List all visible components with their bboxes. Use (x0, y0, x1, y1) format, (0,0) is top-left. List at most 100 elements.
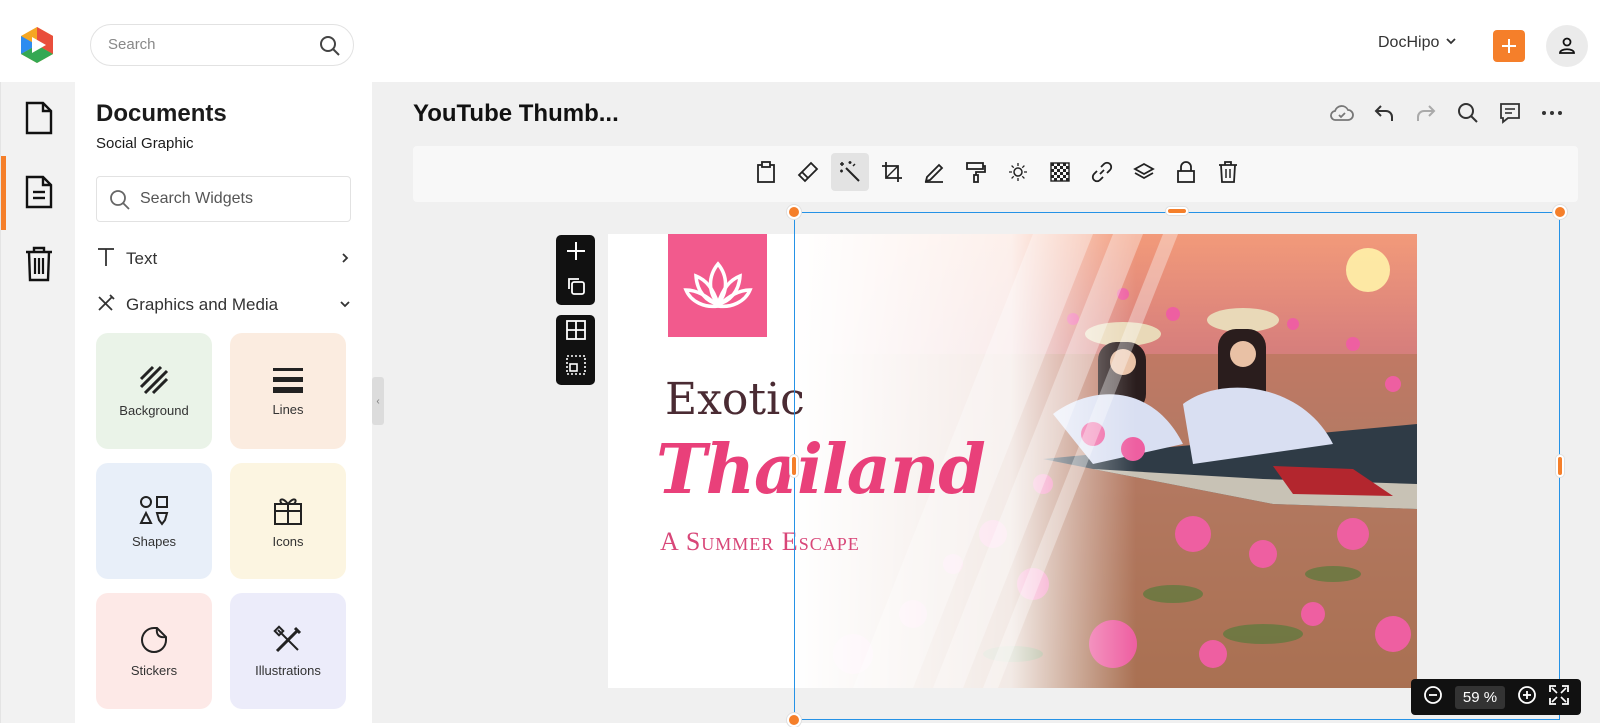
more-options-icon[interactable] (1540, 101, 1564, 125)
chevron-right-icon (339, 249, 351, 269)
tile-stickers[interactable]: Stickers (96, 593, 212, 709)
widget-search-input[interactable] (140, 190, 330, 208)
search-icon[interactable] (319, 35, 341, 57)
workspace-dropdown[interactable]: DocHipo (1378, 34, 1457, 52)
tile-label: Lines (272, 401, 304, 417)
link-icon (1091, 161, 1113, 183)
tile-icons[interactable]: Icons (230, 463, 346, 579)
comment-icon[interactable] (1498, 101, 1522, 125)
page-tools-grid (556, 315, 595, 385)
subtitle-summer-escape[interactable]: A Summer Escape (660, 527, 860, 557)
zoom-in-icon[interactable] (1517, 685, 1537, 710)
widget-panel: Documents Social Graphic Text Graphics a… (75, 82, 372, 723)
design-canvas[interactable]: Exotic Thailand A Summer Escape (608, 234, 1417, 688)
lotus-icon (682, 260, 753, 308)
add-page-icon[interactable] (566, 241, 586, 266)
tile-shapes[interactable]: Shapes (96, 463, 212, 579)
lock-tool[interactable] (1167, 153, 1205, 191)
resize-handle-right[interactable] (1556, 455, 1564, 477)
grid-icon[interactable] (565, 320, 586, 345)
tile-background[interactable]: Background (96, 333, 212, 449)
resize-handle-bottom-left[interactable] (787, 713, 801, 727)
illustration-icon (273, 624, 302, 652)
create-button[interactable] (1493, 30, 1525, 62)
user-icon (1559, 37, 1575, 54)
resize-handle-left[interactable] (790, 455, 798, 477)
panel-collapse-handle[interactable]: ‹ (372, 377, 384, 425)
document-actions (1330, 101, 1564, 125)
tile-label: Icons (272, 533, 304, 549)
shapes-icon (139, 495, 169, 526)
brightness-tool[interactable] (999, 153, 1037, 191)
global-search[interactable] (90, 24, 354, 66)
search-icon (109, 189, 131, 216)
tile-label: Illustrations (255, 662, 321, 678)
search-input[interactable] (108, 36, 308, 53)
layers-icon (1133, 162, 1155, 180)
clipboard-tool[interactable] (747, 153, 785, 191)
delete-tool[interactable] (1209, 153, 1247, 191)
section-graphics-media[interactable]: Graphics and Media (96, 290, 351, 320)
paint-roller-icon (966, 162, 986, 183)
headline-exotic[interactable]: Exotic (665, 374, 805, 425)
left-rail (0, 82, 75, 723)
section-text[interactable]: Text (96, 244, 351, 274)
zoom-control: 59 % (1411, 679, 1581, 715)
select-area-icon[interactable] (565, 355, 586, 380)
headline-thailand[interactable]: Thailand (656, 430, 986, 510)
transparency-icon (1050, 162, 1070, 182)
resize-handle-top[interactable] (1166, 207, 1188, 215)
magic-wand-icon (840, 161, 860, 182)
resize-handle-top-left[interactable] (787, 205, 801, 219)
lock-icon (1177, 161, 1195, 183)
zoom-out-icon[interactable] (1423, 685, 1443, 710)
lotus-logo-box[interactable] (668, 234, 767, 337)
eraser-icon (797, 161, 819, 183)
layers-tool[interactable] (1125, 153, 1163, 191)
duplicate-page-icon[interactable] (567, 277, 585, 300)
graphics-icon (96, 293, 116, 318)
lines-icon (273, 367, 303, 393)
background-pattern-icon (139, 365, 169, 394)
trash-icon (25, 246, 52, 282)
edit-tool[interactable] (915, 153, 953, 191)
zoom-search-icon[interactable] (1456, 101, 1480, 125)
magic-wand-tool[interactable] (831, 153, 869, 191)
transparency-tool[interactable] (1041, 153, 1079, 191)
tile-label: Shapes (131, 533, 177, 549)
sticker-icon (141, 626, 167, 653)
redo-icon[interactable] (1414, 101, 1438, 125)
rail-item-new-document[interactable] (1, 82, 76, 154)
document-title[interactable]: YouTube Thumb... (413, 100, 619, 128)
workspace-name: DocHipo (1378, 34, 1440, 51)
gift-icon (274, 497, 302, 525)
eraser-tool[interactable] (789, 153, 827, 191)
section-text-label: Text (126, 249, 158, 268)
trash-icon (1219, 161, 1237, 183)
link-tool[interactable] (1083, 153, 1121, 191)
clipboard-icon (757, 161, 775, 183)
user-avatar[interactable] (1546, 25, 1588, 67)
dochipo-logo[interactable] (18, 25, 56, 65)
widget-search[interactable] (96, 176, 351, 222)
paint-roller-tool[interactable] (957, 153, 995, 191)
resize-handle-top-right[interactable] (1553, 205, 1567, 219)
undo-icon[interactable] (1372, 101, 1396, 125)
page-tools-add (556, 235, 595, 305)
rail-item-documents[interactable] (1, 156, 76, 228)
rail-item-trash[interactable] (1, 228, 76, 300)
chevron-down-icon (339, 295, 351, 315)
document-lines-icon (25, 175, 52, 209)
panel-title: Documents (96, 100, 227, 127)
tile-illustrations[interactable]: Illustrations (230, 593, 346, 709)
fullscreen-icon[interactable] (1549, 684, 1569, 710)
cloud-save-icon[interactable] (1330, 101, 1354, 125)
document-icon (25, 101, 52, 135)
zoom-level[interactable]: 59 % (1454, 685, 1506, 709)
pencil-icon (924, 163, 944, 183)
crop-icon (882, 162, 902, 182)
crop-tool[interactable] (873, 153, 911, 191)
tile-lines[interactable]: Lines (230, 333, 346, 449)
chevron-down-icon (1445, 34, 1457, 52)
panel-subtitle: Social Graphic (96, 135, 194, 152)
